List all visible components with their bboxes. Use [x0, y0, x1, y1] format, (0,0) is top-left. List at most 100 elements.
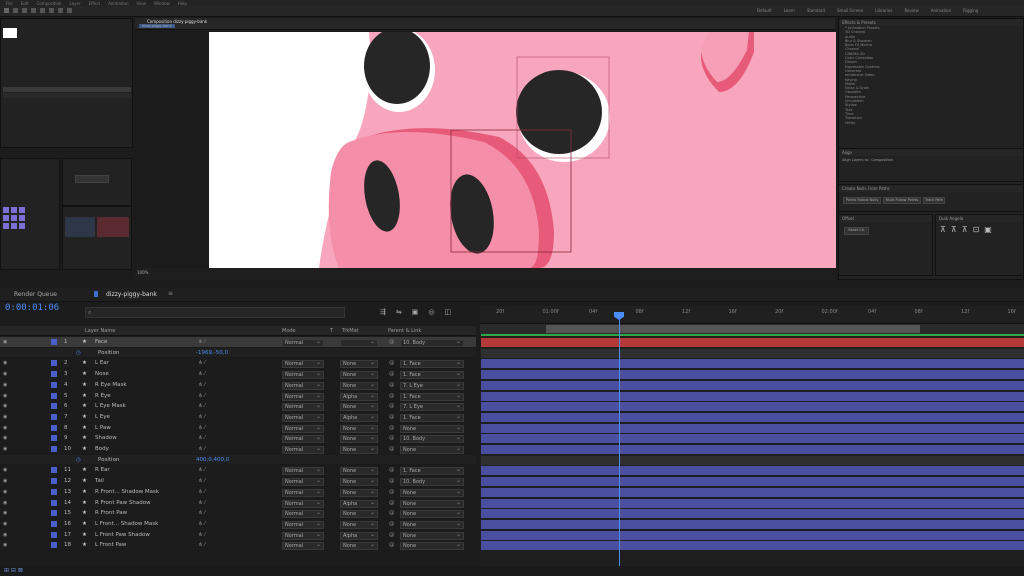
menu-item[interactable]: Help	[178, 1, 187, 6]
stopwatch-icon[interactable]: ◷	[76, 457, 81, 463]
layer-name-header[interactable]: Layer Name	[85, 328, 115, 334]
stopwatch-icon[interactable]: ◷	[76, 350, 81, 356]
visibility-eye-icon[interactable]: ◉	[3, 393, 7, 399]
grid-button[interactable]	[11, 207, 17, 213]
parent-select[interactable]: 7. L Eye	[400, 402, 464, 412]
label-color[interactable]	[51, 478, 57, 485]
blend-mode-select[interactable]: Normal	[282, 338, 324, 347]
layer-icon[interactable]: ▣	[984, 225, 992, 234]
layer-duration-bar[interactable]	[481, 380, 1024, 390]
project-item[interactable]	[3, 93, 131, 98]
layer-row[interactable]: ◉ 14 ★ R Front Paw Shadow ⋔ ⁄ Normal Alp…	[0, 498, 476, 509]
grid-button[interactable]	[19, 223, 25, 229]
layer-name[interactable]: L Ear	[95, 360, 109, 366]
layer-name[interactable]: L Eye	[95, 414, 110, 420]
switch-icons[interactable]: ⋔ ⁄	[198, 393, 205, 399]
blend-mode-select[interactable]: Normal	[282, 381, 324, 390]
parent-select[interactable]: None	[400, 520, 464, 529]
parent-header[interactable]: Parent & Link	[388, 328, 421, 334]
label-color[interactable]	[51, 381, 57, 388]
layer-name[interactable]: Tail	[95, 478, 104, 484]
pan-behind-tool-icon[interactable]	[49, 8, 54, 13]
blend-mode-select[interactable]: Normal	[282, 531, 324, 540]
parent-select[interactable]: 1. Face	[400, 359, 464, 369]
visibility-eye-icon[interactable]: ◉	[3, 425, 7, 431]
pickwhip-icon[interactable]: @	[389, 467, 395, 473]
layer-row[interactable]: ◉ 3 ★ Nose ⋔ ⁄ Normal None @ 1. Face	[0, 369, 476, 380]
parent-select[interactable]: 1. Face	[400, 392, 464, 401]
layer-name[interactable]: Body	[95, 446, 109, 452]
grid-button[interactable]	[11, 215, 17, 221]
visibility-eye-icon[interactable]: ◉	[3, 478, 7, 484]
pickwhip-icon[interactable]: @	[389, 510, 395, 516]
label-color[interactable]	[51, 542, 57, 549]
parent-select[interactable]: 1. Face	[400, 370, 464, 380]
track-matte-select[interactable]: None	[340, 402, 378, 412]
track-matte-select[interactable]: None	[340, 541, 378, 551]
property-track[interactable]	[481, 348, 1024, 358]
link-icon[interactable]: ⊡	[973, 225, 980, 234]
parent-select[interactable]: None	[400, 424, 464, 433]
workspace-tab[interactable]: Learn	[784, 8, 795, 13]
parent-select[interactable]: None	[400, 541, 464, 551]
layer-duration-bar[interactable]	[481, 370, 1024, 380]
layer-row[interactable]: ◉ 8 ★ L Paw ⋔ ⁄ Normal None @ None	[0, 423, 476, 434]
pickwhip-icon[interactable]: @	[389, 435, 395, 441]
pickwhip-icon[interactable]: @	[389, 403, 395, 409]
layer-duration-bar[interactable]	[481, 423, 1024, 433]
layer-duration-bar[interactable]	[481, 509, 1024, 519]
pickwhip-icon[interactable]: @	[389, 446, 395, 452]
grid-button[interactable]	[19, 215, 25, 221]
graph-editor-icon[interactable]: ◎	[428, 308, 434, 316]
effects-category[interactable]: Utility	[839, 121, 1023, 125]
layer-duration-bar[interactable]	[481, 541, 1024, 551]
pickwhip-icon[interactable]: @	[389, 371, 395, 377]
pen-tool-icon[interactable]	[58, 8, 63, 13]
visibility-eye-icon[interactable]: ◉	[3, 467, 7, 473]
label-color[interactable]	[51, 520, 57, 527]
visibility-eye-icon[interactable]: ◉	[3, 403, 7, 409]
layer-row[interactable]: ◉ 16 ★ L Front... Shadow Mask ⋔ ⁄ Normal…	[0, 519, 476, 530]
parent-select[interactable]: 10. Body	[400, 434, 464, 444]
visibility-eye-icon[interactable]: ◉	[3, 489, 7, 495]
menu-item[interactable]: Window	[154, 1, 170, 6]
layer-name[interactable]: R Eye Mask	[95, 382, 127, 388]
nulls-follow-points-button[interactable]: Nulls Follow Points	[883, 197, 921, 204]
track-matte-select[interactable]	[340, 338, 378, 347]
track-matte-select[interactable]: Alpha	[340, 413, 378, 422]
pickwhip-icon[interactable]: @	[389, 393, 395, 399]
time-ruler[interactable]: 20f 01:00f 04f 08f 12f 16f 20f 02:00f 04f 08f 12f 1…	[480, 306, 1024, 324]
layer-row[interactable]: ◉ 5 ★ R Eye ⋔ ⁄ Normal Alpha @ 1. Face	[0, 391, 476, 402]
switch-icons[interactable]: ⋔ ⁄	[198, 382, 205, 388]
label-color[interactable]	[51, 413, 57, 420]
visibility-eye-icon[interactable]: ◉	[3, 500, 7, 506]
visibility-eye-icon[interactable]: ◉	[3, 446, 7, 452]
shy-icon[interactable]: ⇶	[380, 308, 386, 316]
draft-3d-icon[interactable]: ◫	[444, 308, 451, 316]
switch-icons[interactable]: ⋔ ⁄	[198, 425, 205, 431]
layer-duration-bar[interactable]	[481, 519, 1024, 529]
visibility-eye-icon[interactable]: ◉	[3, 360, 7, 366]
pickwhip-icon[interactable]: @	[389, 500, 395, 506]
workspace-tab[interactable]: Libraries	[875, 8, 892, 13]
layer-duration-bar[interactable]	[481, 434, 1024, 444]
visibility-eye-icon[interactable]: ◉	[3, 521, 7, 527]
track-matte-select[interactable]: Alpha	[340, 392, 378, 401]
switch-icons[interactable]: ⋔ ⁄	[198, 339, 205, 345]
pickwhip-icon[interactable]: @	[389, 360, 395, 366]
property-track[interactable]	[481, 455, 1024, 465]
visibility-eye-icon[interactable]: ◉	[3, 510, 7, 516]
track-matte-select[interactable]: None	[340, 488, 378, 497]
grid-button[interactable]	[11, 223, 17, 229]
layer-name[interactable]: L Front... Shadow Mask	[95, 521, 158, 527]
label-color[interactable]	[51, 339, 57, 345]
layer-row[interactable]: ◉ 10 ★ Body ⋔ ⁄ Normal None @ None	[0, 444, 476, 455]
track-matte-select[interactable]: None	[340, 359, 378, 369]
label-color[interactable]	[51, 360, 57, 367]
switch-icons[interactable]: ⋔ ⁄	[198, 489, 205, 495]
type-tool-icon[interactable]	[67, 8, 72, 13]
parent-select[interactable]: 10. Body	[400, 338, 464, 347]
label-color[interactable]	[51, 424, 57, 431]
blend-mode-select[interactable]: Normal	[282, 466, 324, 476]
workspace-tab[interactable]: Animation	[931, 8, 951, 13]
